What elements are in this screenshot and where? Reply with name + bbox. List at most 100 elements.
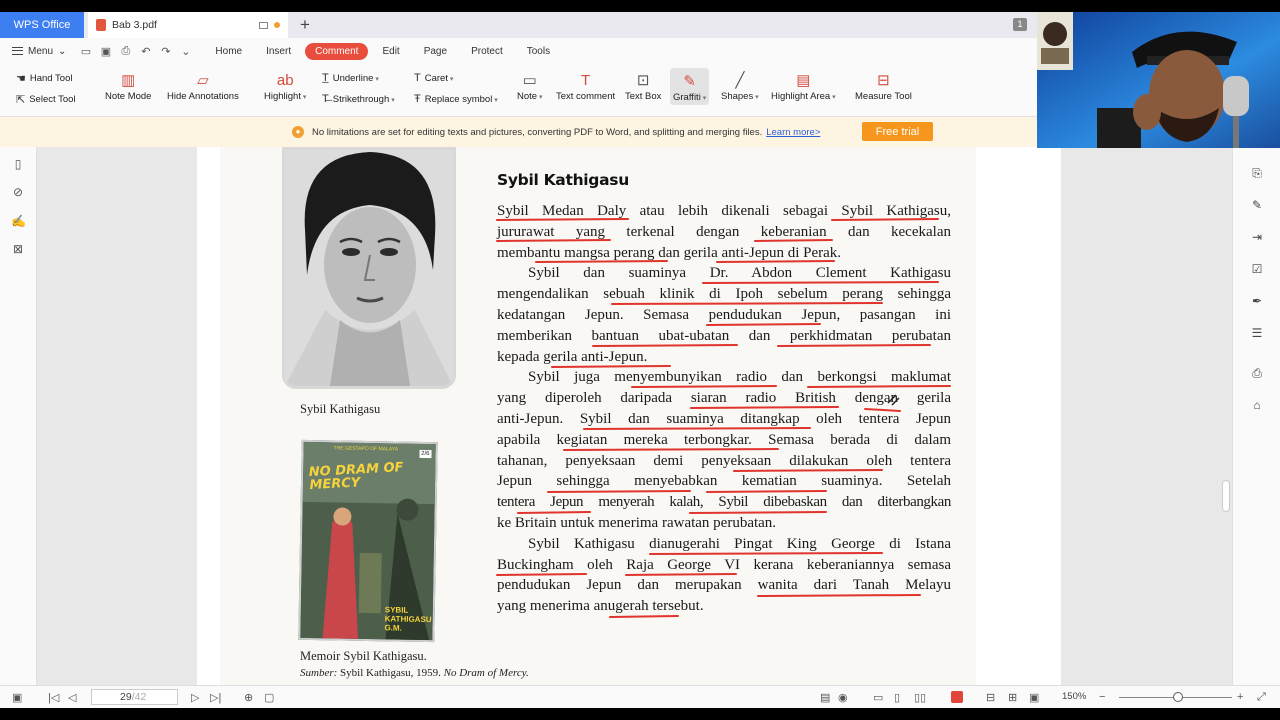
align-icon[interactable]: ☰ <box>1250 326 1264 340</box>
next-page-icon[interactable]: ▷ <box>191 691 199 704</box>
book-caption: Memoir Sybil Kathigasu. <box>300 649 427 663</box>
graffiti-button[interactable]: ✎ Graffiti <box>670 68 710 105</box>
tab-protect[interactable]: Protect <box>461 43 513 60</box>
cursor-glow <box>986 549 1020 579</box>
book-author: SYBIL KATHIGASU G.M. <box>384 605 432 633</box>
screen-top-border <box>0 0 1280 12</box>
underline-button[interactable]: T̲ Underline <box>322 72 379 84</box>
actual-size-icon[interactable]: ▣ <box>1029 691 1039 704</box>
pdf-page: Sybil Kathigasu THE GESTAPO OF MALAYA 2/… <box>220 147 976 685</box>
fullscreen-icon[interactable]: ⤢ <box>1257 691 1266 704</box>
tab-insert[interactable]: Insert <box>256 43 301 60</box>
measure-tool-button[interactable]: ⊟ Measure Tool <box>855 69 912 102</box>
zoom-in-icon[interactable]: + <box>1237 691 1243 703</box>
undo-icon[interactable]: ↶ <box>140 45 151 58</box>
open-folder-icon[interactable]: ▭ <box>80 45 91 58</box>
page-view-icon[interactable]: ▤ <box>820 691 830 704</box>
page-number-input[interactable]: 29/42 <box>91 689 178 705</box>
tab-tools[interactable]: Tools <box>517 43 560 60</box>
select-tool-button[interactable]: ⇱ Select Tool <box>16 93 76 106</box>
hamburger-icon <box>12 47 23 55</box>
highlight-area-button[interactable]: ▤ Highlight Area <box>771 69 836 102</box>
redo-icon[interactable]: ↷ <box>160 45 171 58</box>
portrait-photo <box>282 147 456 389</box>
tab-comment[interactable]: Comment <box>305 42 369 60</box>
more-chevron-icon[interactable]: ⌄ <box>180 45 191 58</box>
signature-icon[interactable]: ✍ <box>11 214 26 228</box>
monitor-icon[interactable] <box>259 21 268 29</box>
highlight-area-label: Highlight Area <box>771 91 836 102</box>
text-line: tentera Jepun menyerah kalah, Sybil dibe… <box>497 494 951 511</box>
play-slideshow-icon[interactable] <box>951 691 963 703</box>
two-page-icon[interactable]: ▯▯ <box>914 691 926 704</box>
free-trial-button[interactable]: Free trial <box>862 122 933 141</box>
chevron-down-icon: ⌄ <box>58 45 67 57</box>
zoom-slider-knob[interactable] <box>1173 692 1183 702</box>
shapes-button[interactable]: ╱ Shapes <box>721 69 759 102</box>
text-line: Jepun sehingga menyebabkan kematian suam… <box>497 473 951 490</box>
underline-label: Underline <box>333 73 379 84</box>
thumbnail-icon[interactable]: ▯ <box>11 157 25 171</box>
learn-more-link[interactable]: Learn more> <box>766 127 820 138</box>
document-tab[interactable]: Bab 3.pdf <box>88 12 288 38</box>
stamp-icon[interactable]: ⌂ <box>1250 398 1264 412</box>
sign-icon[interactable]: ✒ <box>1250 294 1264 308</box>
text-line: yang menerima anugerah tersebut. <box>497 598 704 615</box>
note-icon: ▭ <box>522 72 537 89</box>
text-comment-button[interactable]: T Text comment <box>556 69 615 103</box>
vertical-scrollbar-thumb[interactable] <box>1222 480 1230 512</box>
pen-icon: ✎ <box>683 73 696 90</box>
previous-page-icon[interactable]: ◁ <box>68 691 76 704</box>
note-label: Note <box>517 91 543 102</box>
hand-tool-button[interactable]: ☚ Hand Tool <box>16 72 72 85</box>
new-tab-button[interactable]: + <box>288 12 322 38</box>
page-settings-icon[interactable]: ▢ <box>264 691 274 704</box>
continuous-view-icon[interactable]: ▭ <box>873 691 883 704</box>
note-button[interactable]: ▭ Note <box>517 69 543 102</box>
attachment-icon[interactable]: ⊘ <box>11 185 25 199</box>
edit-icon[interactable]: ✎ <box>1250 198 1264 212</box>
note-mode-icon: ▥ <box>121 72 136 89</box>
text-line: membantu mangsa perang dan gerila anti-J… <box>497 244 842 261</box>
tab-edit[interactable]: Edit <box>372 43 409 60</box>
status-bar: ▣ |◁ ◁ 29/42 ▷ ▷| ⊕ ▢ ▤ ◉ ▭ ▯ ▯▯ ⊟ ⊞ ▣ 1… <box>0 685 1280 708</box>
highlight-icon: ab <box>276 71 294 89</box>
print-icon[interactable]: ⎙ <box>120 45 131 58</box>
fit-width-icon[interactable]: ⊟ <box>986 691 995 704</box>
save-icon[interactable]: ▣ <box>100 45 111 58</box>
first-page-icon[interactable]: |◁ <box>48 691 59 704</box>
export-icon[interactable]: ⇥ <box>1250 230 1264 244</box>
zoom-level[interactable]: 150% <box>1062 691 1086 702</box>
search-doc-icon[interactable]: ⊠ <box>11 242 25 256</box>
text-line: mengendalikan sebuah klinik di Ipoh sebe… <box>497 286 951 303</box>
strikethrough-label: Strikethrough <box>333 94 395 105</box>
hide-annotations-button[interactable]: ▱ Hide Annotations <box>167 69 239 102</box>
hide-annotations-label: Hide Annotations <box>167 91 239 102</box>
highlight-button[interactable]: ab Highlight <box>264 69 306 103</box>
wps-office-tab[interactable]: WPS Office <box>0 12 84 38</box>
text-line: pendudukan Jepun dan merupakan wanita da… <box>497 577 951 594</box>
fit-page-icon[interactable]: ⊞ <box>1008 691 1017 704</box>
caret-button[interactable]: T Caret <box>414 72 453 84</box>
last-page-icon[interactable]: ▷| <box>210 691 221 704</box>
quick-access-toolbar: ▭ ▣ ⎙ ↶ ↷ ⌄ <box>80 45 191 58</box>
pdf-convert-icon[interactable]: ⎘ <box>1250 166 1264 180</box>
print-icon[interactable]: ⎙ <box>1250 366 1264 380</box>
sidebar-toggle-icon[interactable]: ▣ <box>12 691 22 704</box>
single-page-icon[interactable]: ▯ <box>894 691 900 704</box>
window-count-badge[interactable]: 1 <box>1013 18 1027 31</box>
text-box-button[interactable]: ⊡ Text Box <box>625 69 661 102</box>
insert-page-icon[interactable]: ⊕ <box>244 691 253 704</box>
tab-page[interactable]: Page <box>414 43 457 60</box>
replace-symbol-button[interactable]: Ŧ Replace symbol <box>414 93 498 105</box>
checklist-icon[interactable]: ☑ <box>1250 262 1264 276</box>
paragraph-1: Sybil Medan Daly atau lebih dikenali seb… <box>497 201 951 263</box>
main-menu-button[interactable]: Menu ⌄ <box>12 46 66 57</box>
tab-home[interactable]: Home <box>205 43 252 60</box>
eye-protection-icon[interactable]: ◉ <box>838 691 848 704</box>
title-bar: WPS Office Bab 3.pdf + 1 <box>0 12 1037 38</box>
strikethrough-button[interactable]: T̶ Strikethrough <box>322 93 395 105</box>
zoom-out-icon[interactable]: − <box>1099 691 1105 703</box>
document-canvas[interactable]: Sybil Kathigasu THE GESTAPO OF MALAYA 2/… <box>37 147 1232 685</box>
note-mode-button[interactable]: ▥ Note Mode <box>105 69 151 102</box>
